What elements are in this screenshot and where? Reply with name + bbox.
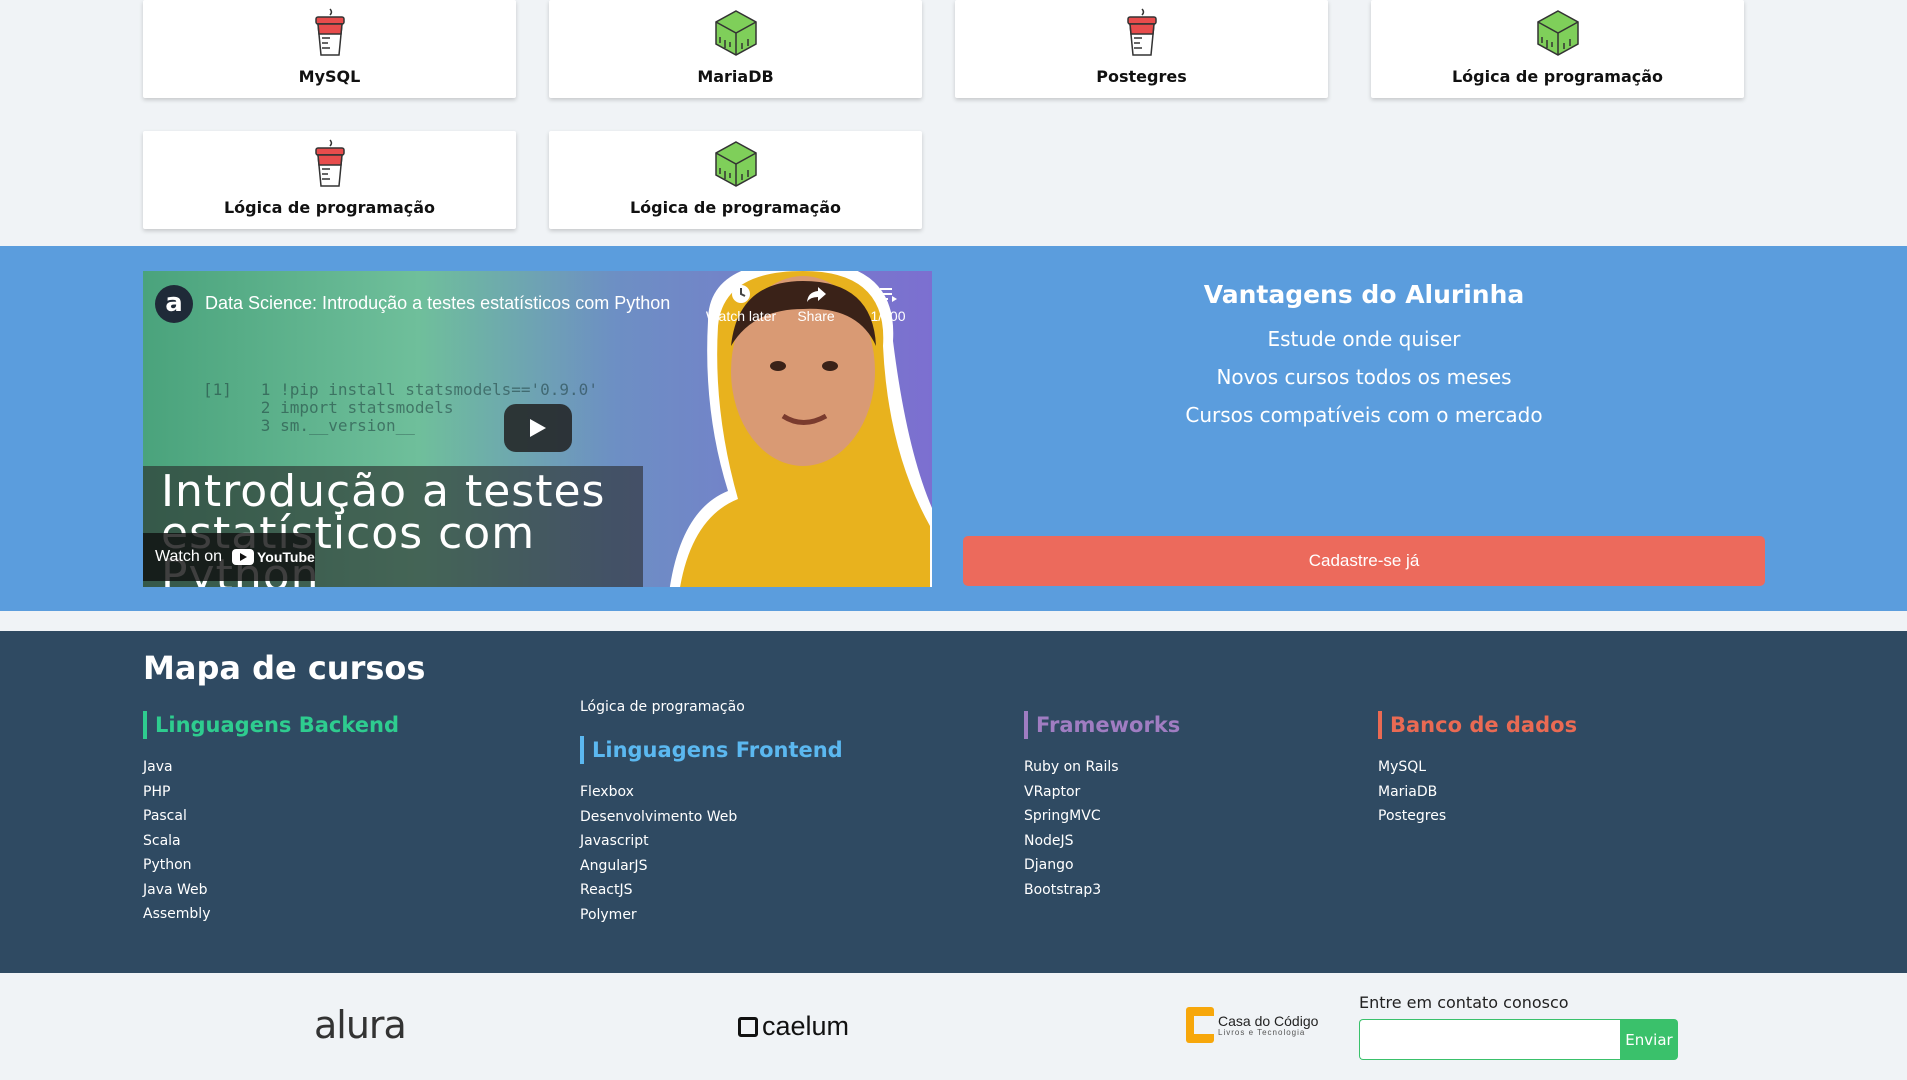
map-column-frameworks: Frameworks Ruby on Rails VRaptor SpringM… (1024, 711, 1180, 902)
course-card-logica[interactable]: Lógica de programação (1371, 0, 1744, 98)
share-label: Share (797, 308, 835, 324)
caelum-logo[interactable]: caelum (738, 1011, 849, 1042)
overlay-title-line: Introdução a testes (161, 466, 606, 517)
course-card-label: Lógica de programação (629, 198, 842, 217)
caelum-wordmark: caelum (762, 1011, 850, 1041)
course-link[interactable]: Pascal (143, 804, 399, 829)
advantage-item: Estude onde quiser (1267, 327, 1461, 351)
advantages-panel: Vantagens do Alurinha Estude onde quiser… (963, 246, 1765, 427)
youtube-logo: YouTube (232, 549, 315, 565)
channel-avatar[interactable]: a (155, 285, 193, 323)
database-cube-icon (714, 10, 757, 56)
course-link[interactable]: Java Web (143, 878, 399, 903)
course-card-postegres[interactable]: Postegres (955, 0, 1328, 98)
course-link[interactable]: Assembly (143, 902, 399, 927)
advantage-item: Novos cursos todos os meses (1216, 365, 1512, 389)
course-card-label: Lógica de programação (1451, 67, 1664, 86)
course-link[interactable]: Django (1024, 853, 1180, 878)
playlist-count: 1/100 (870, 308, 906, 324)
video-title[interactable]: Data Science: Introdução a testes estatí… (205, 293, 670, 314)
course-link[interactable]: Ruby on Rails (1024, 755, 1180, 780)
database-cup-icon (314, 139, 345, 187)
course-link[interactable]: Python (143, 853, 399, 878)
watch-later-button[interactable]: Watch later (703, 283, 779, 324)
course-card-label: Postegres (1096, 67, 1187, 86)
contact-email-input[interactable] (1359, 1019, 1620, 1060)
course-link[interactable]: Flexbox (580, 780, 843, 805)
map-column-databases: Banco de dados MySQL MariaDB Postegres (1378, 711, 1577, 829)
course-link[interactable]: MariaDB (1378, 780, 1577, 805)
database-cube-icon (1536, 10, 1579, 56)
advantages-section: [1] 1 !pip install statsmodels=='0.9.0' … (0, 246, 1907, 611)
course-link[interactable]: MySQL (1378, 755, 1577, 780)
casa-do-codigo-logo[interactable]: Casa do Código Livros e Tecnologia (1186, 1007, 1318, 1043)
clock-icon (732, 285, 750, 303)
casa-do-codigo-subtitle: Livros e Tecnologia (1218, 1027, 1306, 1037)
share-icon (807, 287, 826, 302)
course-link[interactable]: Postegres (1378, 804, 1577, 829)
caelum-square-icon (738, 1016, 758, 1037)
database-cup-icon (314, 8, 345, 56)
watch-later-label: Watch later (705, 308, 777, 324)
course-link[interactable]: Desenvolvimento Web (580, 805, 843, 830)
casa-do-codigo-icon (1186, 1007, 1214, 1043)
course-card-label: MySQL (298, 67, 361, 86)
play-button[interactable] (504, 404, 572, 452)
course-link[interactable]: VRaptor (1024, 780, 1180, 805)
course-link[interactable]: AngularJS (580, 854, 843, 879)
course-link[interactable]: Java (143, 755, 399, 780)
youtube-video-player[interactable]: [1] 1 !pip install statsmodels=='0.9.0' … (143, 271, 932, 587)
playlist-icon (880, 288, 897, 302)
map-column-title: Linguagens Backend (143, 711, 399, 739)
contact-label: Entre em contato conosco (1359, 993, 1569, 1012)
course-card-mysql[interactable]: MySQL (143, 0, 516, 98)
advantage-item: Cursos compatíveis com o mercado (1185, 403, 1543, 427)
map-column-title: Frameworks (1024, 711, 1180, 739)
youtube-wordmark: YouTube (257, 549, 315, 565)
course-link[interactable]: Bootstrap3 (1024, 878, 1180, 903)
course-link[interactable]: NodeJS (1024, 829, 1180, 854)
course-link[interactable]: Lógica de programação (580, 699, 745, 715)
alura-logo[interactable]: alura (314, 1003, 407, 1047)
send-button[interactable]: Enviar (1620, 1019, 1678, 1060)
course-link[interactable]: Javascript (580, 829, 843, 854)
course-cards-section: MySQL MariaDB Postegres Lógica de progra… (0, 0, 1907, 246)
map-column-backend: Linguagens Backend Java PHP Pascal Scala… (143, 711, 399, 927)
youtube-play-icon (232, 549, 254, 565)
course-link[interactable]: ReactJS (580, 878, 843, 903)
course-link[interactable]: PHP (143, 780, 399, 805)
course-link[interactable]: Polymer (580, 903, 843, 928)
course-card-label: MariaDB (697, 67, 774, 86)
course-map-title: Mapa de cursos (143, 649, 426, 687)
course-card-label: Lógica de programação (223, 198, 436, 217)
course-card-logica[interactable]: Lógica de programação (549, 131, 922, 229)
course-link[interactable]: Scala (143, 829, 399, 854)
course-card-mariadb[interactable]: MariaDB (549, 0, 922, 98)
watch-on-label: Watch on (155, 548, 222, 565)
share-button[interactable]: Share (793, 283, 839, 324)
course-card-logica[interactable]: Lógica de programação (143, 131, 516, 229)
database-cup-icon (1126, 8, 1157, 56)
course-link[interactable]: SpringMVC (1024, 804, 1180, 829)
signup-button[interactable]: Cadastre-se já (963, 536, 1765, 586)
map-column-title: Linguagens Frontend (580, 736, 843, 764)
course-map-section: Mapa de cursos Lógica de programação Lin… (0, 631, 1907, 973)
database-cube-icon (714, 141, 757, 187)
play-icon (530, 419, 546, 437)
casa-do-codigo-title: Casa do Código (1218, 1012, 1319, 1029)
playlist-button[interactable]: 1/100 (863, 283, 913, 324)
map-column-title: Banco de dados (1378, 711, 1577, 739)
advantages-title: Vantagens do Alurinha (1203, 280, 1525, 309)
footer: alura caelum Casa do Código Livros e Tec… (0, 973, 1907, 1080)
map-column-frontend: Linguagens Frontend Flexbox Desenvolvime… (580, 736, 843, 927)
watch-on-youtube-button[interactable]: Watch on YouTube (143, 533, 315, 581)
